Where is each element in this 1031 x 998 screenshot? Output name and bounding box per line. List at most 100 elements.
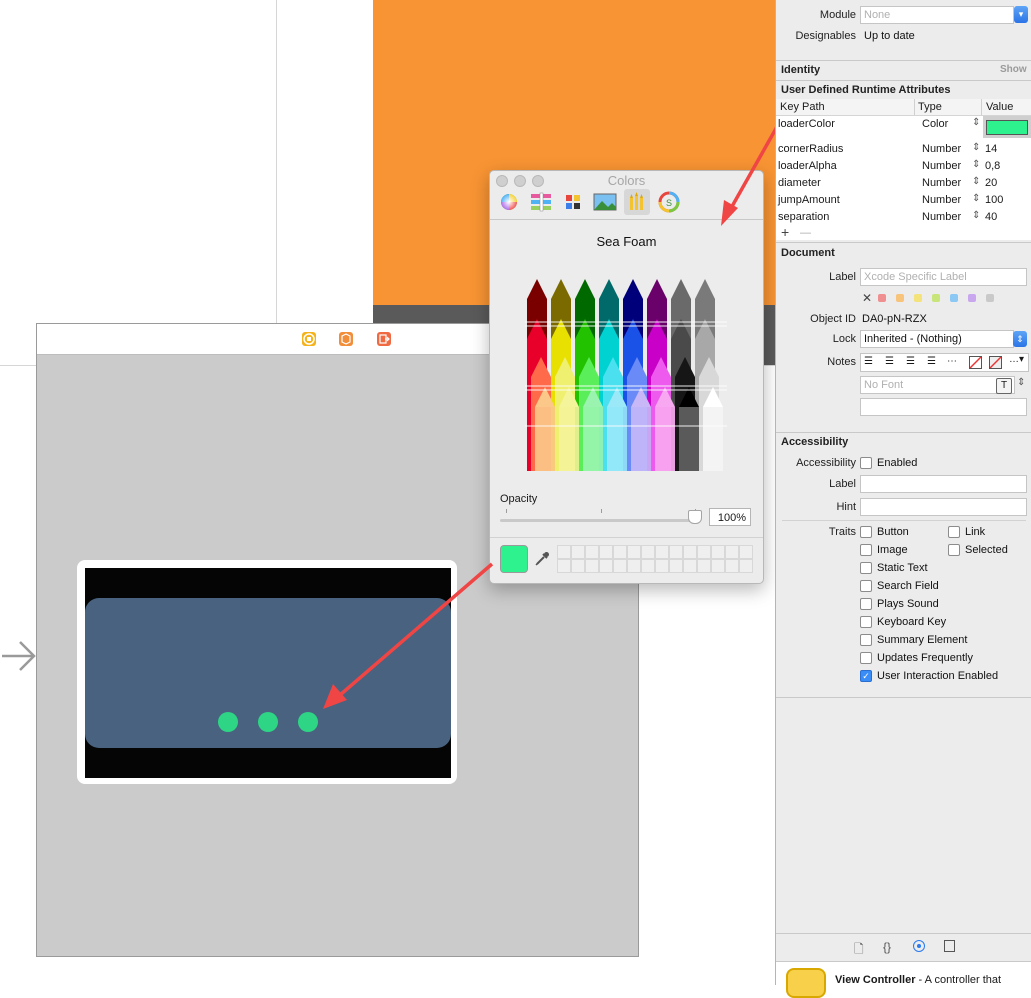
section-divider [776, 80, 1031, 81]
add-attribute-button[interactable]: + [781, 224, 789, 240]
stepper-icon[interactable]: ⇕ [972, 117, 980, 128]
notes-text-area[interactable] [860, 398, 1027, 416]
trait-label: Keyboard Key [877, 616, 947, 628]
notes-font-field[interactable]: No Font [860, 376, 1015, 394]
media-library-icon[interactable] [944, 940, 955, 952]
accessibility-hint-field[interactable] [860, 498, 1027, 516]
section-divider [776, 242, 1031, 243]
module-popup[interactable]: None [860, 6, 1014, 24]
attribute-keypath[interactable]: loaderAlpha [778, 160, 837, 172]
trait-label: Search Field [877, 580, 939, 592]
more-options-icon[interactable]: …▾ [1009, 354, 1024, 365]
attribute-keypath[interactable]: loaderColor [778, 118, 835, 130]
library-item-text: View Controller - A controller that [835, 974, 1001, 986]
trait-checkbox[interactable] [860, 562, 872, 574]
background-color-icon[interactable] [989, 356, 1002, 369]
accessibility-enabled-checkbox[interactable] [860, 457, 872, 469]
remove-attribute-button[interactable]: — [800, 227, 811, 239]
attribute-value[interactable]: 100 [985, 194, 1003, 206]
attribute-keypath[interactable]: diameter [778, 177, 821, 189]
label-color-swatch[interactable] [950, 294, 958, 302]
chevron-updown-icon[interactable]: ⇕ [1013, 331, 1027, 347]
doc-label-placeholder: Xcode Specific Label [864, 271, 967, 283]
label-color-swatch[interactable] [968, 294, 976, 302]
label-color-swatch[interactable] [896, 294, 904, 302]
lock-popup[interactable]: Inherited - (Nothing) [860, 330, 1014, 348]
label-color-swatch[interactable] [878, 294, 886, 302]
clear-label-icon[interactable]: ✕ [862, 291, 872, 305]
attribute-value[interactable]: 40 [985, 211, 997, 223]
accessibility-section-title: Accessibility [781, 436, 849, 448]
code-snippet-icon[interactable]: {} [883, 940, 891, 954]
stepper-icon[interactable]: ⇕ [972, 142, 980, 153]
justify-icon[interactable]: ☰ [927, 356, 936, 367]
accessibility-enabled-label: Enabled [877, 457, 918, 469]
attributes-inspector[interactable]: Module None ▾ Designables Up to date Ide… [775, 0, 1031, 998]
font-picker-icon[interactable]: T [996, 378, 1012, 394]
identity-show-button[interactable]: Show [1000, 64, 1027, 75]
notes-label: Notes [827, 356, 856, 368]
font-size-stepper-icon[interactable]: ⇕ [1017, 377, 1025, 388]
align-center-icon[interactable]: ☰ [885, 356, 894, 367]
value-column-header[interactable]: Value [986, 101, 1013, 113]
accessibility-label-field[interactable] [860, 475, 1027, 493]
doc-label-field[interactable]: Xcode Specific Label [860, 268, 1027, 286]
trait-checkbox[interactable] [860, 652, 872, 664]
attributes-table[interactable]: loaderColor Color ⇕ cornerRadius Number … [776, 116, 1031, 240]
attribute-type[interactable]: Number [922, 143, 961, 155]
trait-checkbox[interactable] [860, 634, 872, 646]
stepper-icon[interactable]: ⇕ [972, 159, 980, 170]
object-library-icon[interactable] [913, 940, 925, 952]
object-id-label: Object ID [810, 313, 856, 325]
attribute-keypath[interactable]: cornerRadius [778, 143, 843, 155]
attribute-value[interactable]: 0,8 [985, 160, 1000, 172]
align-left-icon[interactable]: ☰ [864, 356, 873, 367]
trait-label: Static Text [877, 562, 928, 574]
color-well[interactable] [986, 120, 1028, 135]
designables-value: Up to date [864, 30, 915, 42]
attribute-keypath[interactable]: separation [778, 211, 829, 223]
annotation-arrow-lower [338, 562, 494, 697]
accessibility-label: Accessibility [796, 457, 856, 469]
color-value-cell[interactable] [983, 116, 1031, 138]
trait-label: Summary Element [877, 634, 968, 646]
chevron-down-icon[interactable]: ▾ [1014, 6, 1028, 23]
attribute-type[interactable]: Number [922, 194, 961, 206]
trait-checkbox[interactable] [948, 544, 960, 556]
trait-checkbox[interactable] [860, 598, 872, 610]
trait-checkbox[interactable] [948, 526, 960, 538]
file-template-icon[interactable]: 🗋 [854, 940, 864, 961]
attribute-value[interactable]: 20 [985, 177, 997, 189]
attribute-type[interactable]: Number [922, 177, 961, 189]
attribute-type[interactable]: Color [922, 118, 948, 130]
stepper-icon[interactable]: ⇕ [972, 210, 980, 221]
label-color-swatch[interactable] [914, 294, 922, 302]
type-column-header[interactable]: Type [918, 101, 942, 113]
label-color-swatch[interactable] [986, 294, 994, 302]
traits-label: Traits [828, 526, 856, 538]
trait-checkbox[interactable] [860, 526, 872, 538]
trait-checkbox[interactable] [860, 616, 872, 628]
trait-label: Link [965, 526, 986, 538]
acc-label-label: Label [829, 478, 856, 490]
library-item[interactable]: View Controller - A controller that [776, 961, 1031, 998]
attribute-value[interactable]: 14 [985, 143, 997, 155]
library-item-title: View Controller [835, 974, 916, 986]
library-item-desc: - A controller that [918, 974, 1002, 986]
natural-align-icon[interactable]: ⋯ [947, 356, 957, 367]
stepper-icon[interactable]: ⇕ [972, 193, 980, 204]
trait-checkbox[interactable] [860, 544, 872, 556]
attribute-type[interactable]: Number [922, 160, 961, 172]
no-color-icon[interactable] [969, 356, 982, 369]
annotation-arrow-upper [728, 124, 780, 211]
attribute-keypath[interactable]: jumpAmount [778, 194, 840, 206]
stepper-icon[interactable]: ⇕ [972, 176, 980, 187]
column-divider [914, 99, 915, 115]
attribute-type[interactable]: Number [922, 211, 961, 223]
hint-label: Hint [836, 501, 856, 513]
trait-checkbox-checked[interactable]: ✓ [860, 670, 872, 682]
keypath-column-header[interactable]: Key Path [780, 101, 825, 113]
trait-checkbox[interactable] [860, 580, 872, 592]
label-color-swatch[interactable] [932, 294, 940, 302]
align-right-icon[interactable]: ☰ [906, 356, 915, 367]
